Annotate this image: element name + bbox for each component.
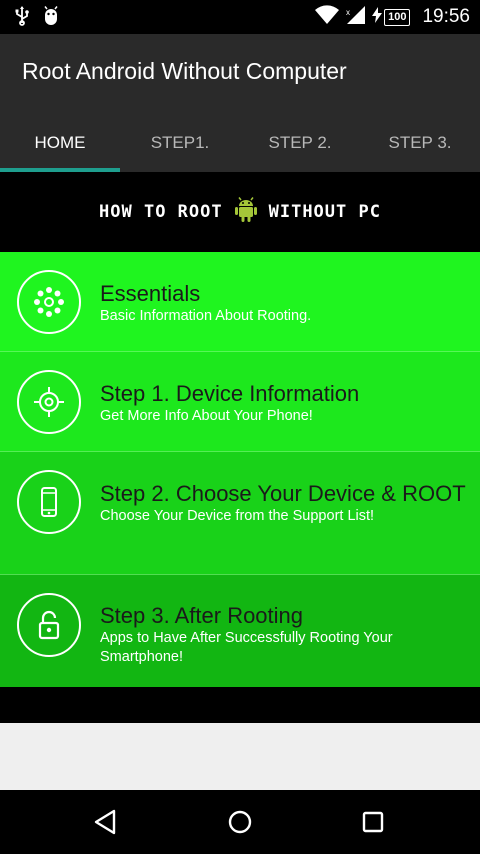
phone-icon	[17, 470, 81, 534]
menu-list: Essentials Basic Information About Rooti…	[0, 252, 480, 687]
item-title: Step 2. Choose Your Device & ROOT	[100, 481, 466, 506]
battery-level: 100	[384, 8, 411, 26]
unlock-icon	[17, 593, 81, 657]
battery-indicator: 100	[372, 7, 411, 27]
list-item-step2[interactable]: Step 2. Choose Your Device & ROOT Choose…	[0, 452, 480, 575]
tab-step3[interactable]: STEP 3.	[360, 114, 480, 172]
signal-icon: x	[346, 5, 366, 29]
banner-text-left: HOW TO ROOT	[99, 202, 223, 222]
tab-bar: HOME STEP1. STEP 2. STEP 3.	[0, 114, 480, 172]
spacer	[0, 688, 480, 723]
item-title: Step 1. Device Information	[100, 381, 360, 406]
tab-step1[interactable]: STEP1.	[120, 114, 240, 172]
banner: HOW TO ROOT WITHOUT PC	[0, 172, 480, 252]
list-item-step3[interactable]: Step 3. After Rooting Apps to Have After…	[0, 575, 480, 687]
tab-step2[interactable]: STEP 2.	[240, 114, 360, 172]
home-icon[interactable]	[222, 804, 258, 840]
navigation-bar	[0, 790, 480, 854]
item-subtitle: Choose Your Device from the Support List…	[100, 508, 375, 524]
blank-area	[0, 723, 480, 790]
item-title: Essentials	[100, 281, 201, 306]
clock: 19:56	[422, 6, 470, 27]
item-title: Step 3. After Rooting	[100, 603, 304, 628]
android-logo-icon	[234, 197, 257, 227]
back-icon[interactable]	[88, 804, 124, 840]
item-subtitle: Apps to Have After Successfully Rooting …	[100, 630, 393, 665]
item-subtitle: Basic Information About Rooting.	[100, 308, 312, 324]
dots-circle-icon	[17, 270, 81, 334]
wifi-icon	[314, 5, 340, 29]
status-bar: x 100 19:56	[0, 0, 480, 34]
app-title: Root Android Without Computer	[22, 58, 347, 84]
svg-text:x: x	[346, 8, 350, 17]
list-item-step1[interactable]: Step 1. Device Information Get More Info…	[0, 352, 480, 452]
android-debug-icon	[42, 6, 60, 30]
app-bar: Root Android Without Computer	[0, 34, 480, 114]
tab-home[interactable]: HOME	[0, 114, 120, 172]
banner-text-right: WITHOUT PC	[268, 202, 381, 222]
recents-icon[interactable]	[355, 804, 391, 840]
list-item-essentials[interactable]: Essentials Basic Information About Rooti…	[0, 252, 480, 352]
charging-icon	[372, 7, 383, 27]
usb-icon	[14, 6, 30, 30]
item-subtitle: Get More Info About Your Phone!	[100, 408, 313, 424]
target-icon	[17, 370, 81, 434]
